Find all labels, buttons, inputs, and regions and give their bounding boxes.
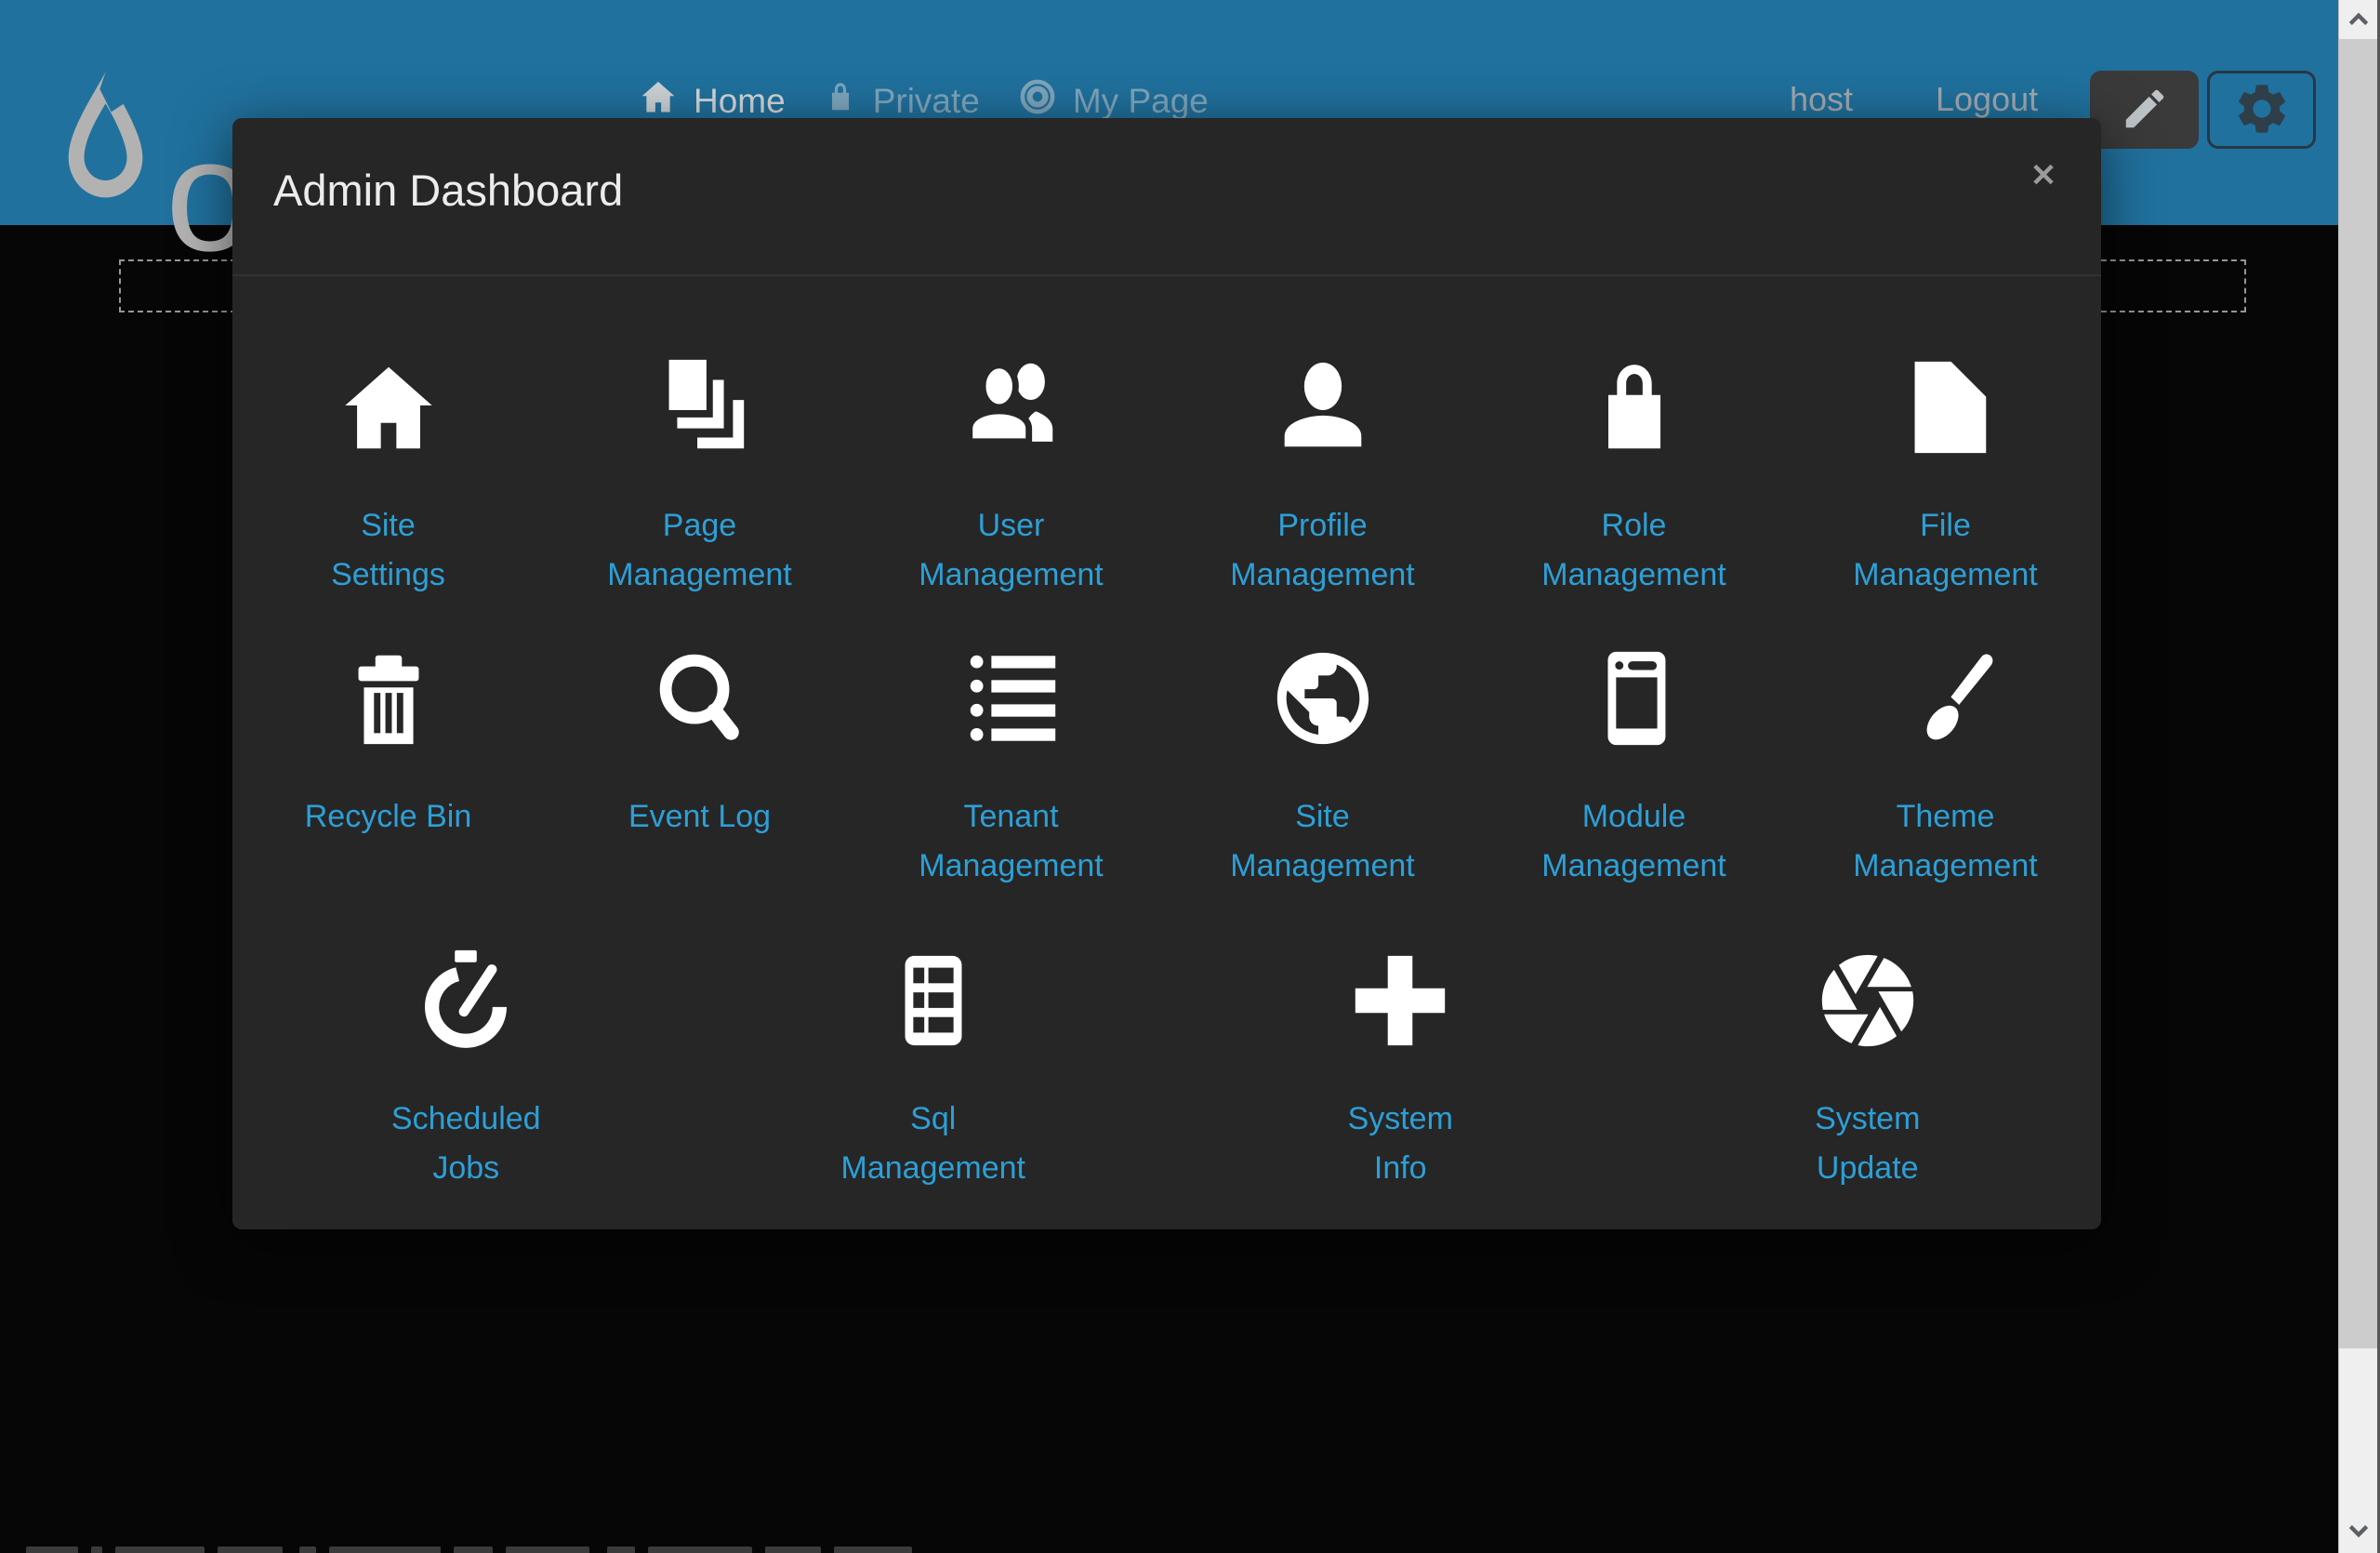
tile-label: Page Management (607, 501, 791, 600)
scroll-up-button[interactable] (2339, 0, 2377, 39)
admin-tile-sql-management[interactable]: Sql Management (700, 944, 1168, 1193)
vertical-scrollbar[interactable] (2338, 0, 2380, 1553)
shutter-icon (1811, 944, 1924, 1057)
lock-icon (1578, 351, 1691, 464)
tile-row-3: Scheduled Jobs Sql Management System Info S… (232, 944, 2101, 1193)
admin-tile-module-management[interactable]: Module Management (1478, 642, 1790, 944)
modal-title: Admin Dashboard (273, 165, 623, 216)
tile-label: Site Settings (331, 501, 445, 600)
admin-tile-site-management[interactable]: Site Management (1167, 642, 1478, 944)
home-icon (332, 351, 445, 464)
tile-label: System Info (1348, 1095, 1453, 1193)
tile-label: Profile Management (1230, 501, 1414, 600)
user-link[interactable]: host (1790, 80, 1853, 119)
tile-label: Module Management (1541, 792, 1726, 891)
admin-tile-theme-management[interactable]: Theme Management (1790, 642, 2101, 944)
tile-label: Tenant Management (919, 792, 1103, 891)
admin-tile-tenant-management[interactable]: Tenant Management (855, 642, 1167, 944)
admin-tile-user-management[interactable]: User Management (855, 351, 1167, 642)
admin-tile-profile-management[interactable]: Profile Management (1167, 351, 1478, 642)
admin-tile-system-info[interactable]: System Info (1167, 944, 1634, 1193)
person-icon (1266, 351, 1380, 464)
trash-icon (332, 642, 445, 755)
globe-icon (1266, 642, 1380, 755)
scrollbar-thumb[interactable] (2339, 39, 2377, 1348)
tile-label: Recycle Bin (305, 792, 472, 842)
admin-tile-file-management[interactable]: File Management (1790, 351, 2101, 642)
tile-label: File Management (1853, 501, 2037, 600)
table-icon (877, 944, 990, 1057)
users-icon (955, 351, 1068, 464)
admin-tile-grid: Site Settings Page Management User Managem… (232, 351, 2101, 1193)
brush-icon (1889, 642, 2003, 755)
logout-link[interactable]: Logout (1936, 80, 2038, 119)
tile-label: User Management (919, 501, 1103, 600)
admin-tile-site-settings[interactable]: Site Settings (232, 351, 544, 642)
admin-tile-role-management[interactable]: Role Management (1478, 351, 1790, 642)
admin-dashboard-modal: Admin Dashboard ✕ Site Settings Page Mana… (232, 118, 2101, 1229)
tile-row-1: Site Settings Page Management User Managem… (232, 351, 2101, 642)
admin-tile-recycle-bin[interactable]: Recycle Bin (232, 642, 544, 944)
close-icon: ✕ (2030, 157, 2057, 194)
tile-row-2: Recycle Bin Event Log Tenant Management Sit… (232, 642, 2101, 944)
tile-label: Role Management (1541, 501, 1726, 600)
clipped-bottom-text (26, 1546, 1235, 1553)
modal-header: Admin Dashboard ✕ (232, 118, 2101, 276)
window-icon (1578, 642, 1691, 755)
admin-tile-system-update[interactable]: System Update (1634, 944, 2102, 1193)
settings-button[interactable] (2207, 71, 2316, 149)
file-icon (1889, 351, 2003, 464)
pencil-icon (2120, 84, 2170, 137)
pages-icon (643, 351, 757, 464)
scroll-down-button[interactable] (2339, 1514, 2377, 1551)
tile-label: Scheduled Jobs (391, 1095, 541, 1193)
admin-tile-event-log[interactable]: Event Log (544, 642, 855, 944)
tile-label: Theme Management (1853, 792, 2037, 891)
search-icon (643, 642, 757, 755)
close-button[interactable]: ✕ (2023, 155, 2064, 196)
plus-icon (1343, 944, 1457, 1057)
chevron-up-icon (2347, 9, 2371, 31)
list-icon (955, 642, 1068, 755)
admin-tile-scheduled-jobs[interactable]: Scheduled Jobs (232, 944, 700, 1193)
admin-tile-page-management[interactable]: Page Management (544, 351, 855, 642)
gear-icon (2232, 79, 2292, 141)
tile-label: Event Log (628, 792, 771, 842)
tile-label: Sql Management (841, 1095, 1025, 1193)
tile-label: Site Management (1230, 792, 1414, 891)
edit-button[interactable] (2090, 71, 2199, 149)
timer-icon (409, 944, 522, 1057)
chevron-down-icon (2347, 1522, 2371, 1544)
tile-label: System Update (1815, 1095, 1920, 1193)
